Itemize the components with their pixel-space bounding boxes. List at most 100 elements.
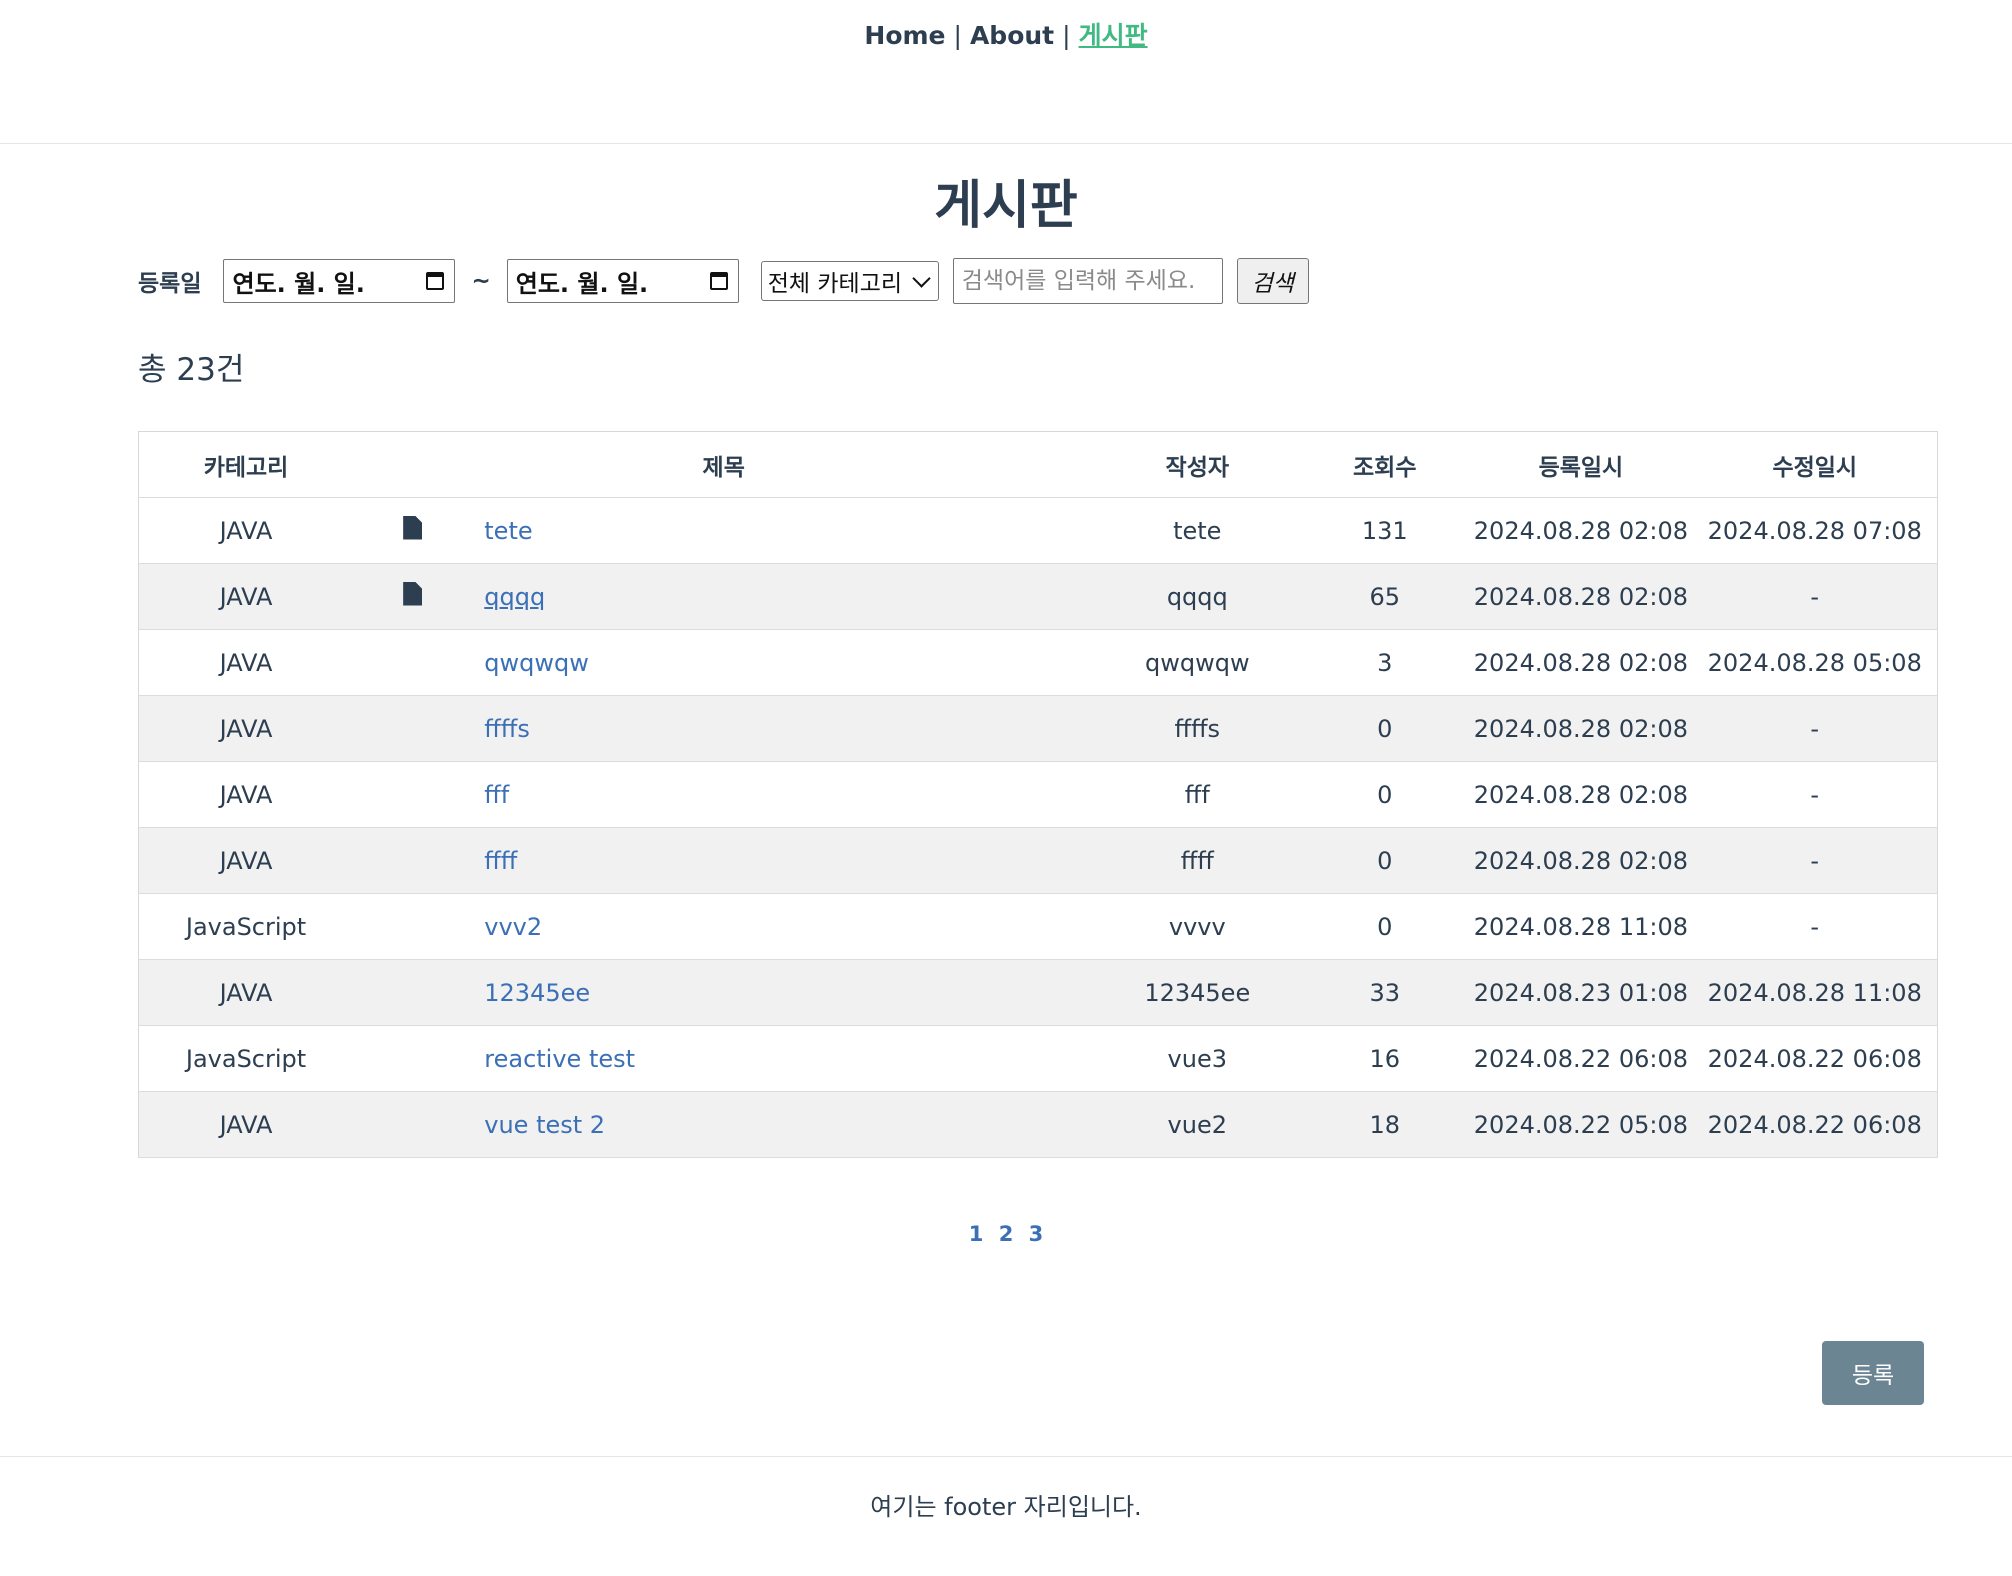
attachment-cell (353, 761, 473, 828)
post-title-link[interactable]: reactive test (484, 1045, 635, 1073)
date-range-separator: ~ (471, 268, 491, 294)
table-row[interactable]: JavaScript vvv2 vvvv 0 2024.08.28 11:08 … (138, 893, 1938, 960)
nav-separator: | (1062, 21, 1071, 50)
post-title-link[interactable]: ffffs (484, 715, 530, 743)
author-cell: qwqwqw (1094, 629, 1301, 696)
nav-board-link[interactable]: 게시판 (1079, 21, 1148, 50)
modified-cell: 2024.08.28 11:08 (1692, 959, 1938, 1026)
file-icon (403, 515, 423, 540)
author-cell: ffff (1094, 827, 1301, 894)
end-date-input[interactable]: 연도. 월. 일. (506, 259, 739, 303)
start-date-text: 연도. 월. 일. (232, 269, 365, 298)
modified-cell: - (1692, 563, 1938, 630)
table-row[interactable]: JAVA tete tete 131 2024.08.28 02:08 2024… (138, 497, 1938, 564)
views-cell: 0 (1300, 761, 1470, 828)
table-row[interactable]: JAVA vue test 2 vue2 18 2024.08.22 05:08… (138, 1091, 1938, 1158)
page-link-3[interactable]: 3 (1029, 1222, 1044, 1246)
table-row[interactable]: JavaScript reactive test vue3 16 2024.08… (138, 1025, 1938, 1092)
title-cell: qqqq (472, 563, 1095, 630)
table-row[interactable]: JAVA ffff ffff 0 2024.08.28 02:08 - (138, 827, 1938, 894)
site-header: Home | About | 게시판 (0, 0, 2012, 144)
attachment-cell (353, 695, 473, 762)
views-cell: 65 (1300, 563, 1470, 630)
total-count: 총 23건 (138, 352, 245, 388)
author-cell: fff (1094, 761, 1301, 828)
search-button[interactable]: 검색 (1236, 258, 1309, 304)
attachment-cell (353, 629, 473, 696)
column-header-author: 작성자 (1094, 431, 1301, 498)
register-button[interactable]: 등록 (1822, 1341, 1924, 1405)
title-cell: 12345ee (472, 959, 1095, 1026)
post-title-link[interactable]: fff (484, 781, 509, 809)
views-cell: 33 (1300, 959, 1470, 1026)
modified-cell: 2024.08.28 07:08 (1692, 497, 1938, 564)
author-cell: tete (1094, 497, 1301, 564)
modified-cell: - (1692, 893, 1938, 960)
created-cell: 2024.08.28 02:08 (1469, 827, 1693, 894)
page-link-2[interactable]: 2 (999, 1222, 1014, 1246)
title-cell: tete (472, 497, 1095, 564)
created-cell: 2024.08.22 06:08 (1469, 1025, 1693, 1092)
attachment-cell (353, 1025, 473, 1092)
modified-cell: - (1692, 827, 1938, 894)
modified-cell: - (1692, 761, 1938, 828)
table-row[interactable]: JAVA ffffs ffffs 0 2024.08.28 02:08 - (138, 695, 1938, 762)
author-cell: vue2 (1094, 1091, 1301, 1158)
nav-separator: | (953, 21, 962, 50)
table-row[interactable]: JAVA qqqq qqqq 65 2024.08.28 02:08 - (138, 563, 1938, 630)
title-cell: reactive test (472, 1025, 1095, 1092)
post-title-link[interactable]: vue test 2 (484, 1111, 605, 1139)
category-cell: JAVA (138, 827, 354, 894)
views-cell: 18 (1300, 1091, 1470, 1158)
pagination: 1 2 3 (0, 1222, 2012, 1246)
title-cell: qwqwqw (472, 629, 1095, 696)
footer-text: 여기는 footer 자리입니다. (870, 1493, 1142, 1521)
post-title-link[interactable]: vvv2 (484, 913, 542, 941)
category-cell: JavaScript (138, 893, 354, 960)
created-cell: 2024.08.22 05:08 (1469, 1091, 1693, 1158)
post-title-link[interactable]: qqqq (484, 583, 545, 611)
post-title-link[interactable]: qwqwqw (484, 649, 589, 677)
post-title-link[interactable]: ffff (484, 847, 517, 875)
title-cell: vue test 2 (472, 1091, 1095, 1158)
created-cell: 2024.08.28 02:08 (1469, 563, 1693, 630)
nav-home-link[interactable]: Home (864, 21, 945, 50)
category-select[interactable]: 전체 카테고리 (760, 261, 939, 301)
author-cell: vue3 (1094, 1025, 1301, 1092)
date-label: 등록일 (138, 271, 202, 297)
post-title-link[interactable]: tete (484, 517, 532, 545)
title-cell: ffff (472, 827, 1095, 894)
calendar-icon[interactable] (709, 272, 728, 290)
created-cell: 2024.08.28 11:08 (1469, 893, 1693, 960)
attachment-cell (353, 1091, 473, 1158)
category-cell: JAVA (138, 629, 354, 696)
created-cell: 2024.08.28 02:08 (1469, 761, 1693, 828)
modified-cell: 2024.08.22 06:08 (1692, 1091, 1938, 1158)
search-bar: 등록일 연도. 월. 일. ~ 연도. 월. 일. 전체 카테고리 검색 (138, 258, 1309, 304)
author-cell: vvvv (1094, 893, 1301, 960)
page-link-1[interactable]: 1 (969, 1222, 984, 1246)
post-title-link[interactable]: 12345ee (484, 979, 590, 1007)
nav-about-link[interactable]: About (970, 21, 1054, 50)
category-cell: JavaScript (138, 1025, 354, 1092)
table-row[interactable]: JAVA fff fff 0 2024.08.28 02:08 - (138, 761, 1938, 828)
column-header-modified: 수정일시 (1692, 431, 1938, 498)
start-date-input[interactable]: 연도. 월. 일. (223, 259, 456, 303)
modified-cell: - (1692, 695, 1938, 762)
search-input[interactable] (952, 258, 1223, 304)
attachment-cell (353, 893, 473, 960)
author-cell: qqqq (1094, 563, 1301, 630)
calendar-icon[interactable] (426, 272, 445, 290)
file-icon (403, 581, 423, 606)
views-cell: 3 (1300, 629, 1470, 696)
views-cell: 0 (1300, 893, 1470, 960)
category-cell: JAVA (138, 563, 354, 630)
table-row[interactable]: JAVA 12345ee 12345ee 33 2024.08.23 01:08… (138, 959, 1938, 1026)
created-cell: 2024.08.23 01:08 (1469, 959, 1693, 1026)
category-cell: JAVA (138, 497, 354, 564)
modified-cell: 2024.08.22 06:08 (1692, 1025, 1938, 1092)
attachment-cell (353, 827, 473, 894)
author-cell: ffffs (1094, 695, 1301, 762)
views-cell: 16 (1300, 1025, 1470, 1092)
table-row[interactable]: JAVA qwqwqw qwqwqw 3 2024.08.28 02:08 20… (138, 629, 1938, 696)
